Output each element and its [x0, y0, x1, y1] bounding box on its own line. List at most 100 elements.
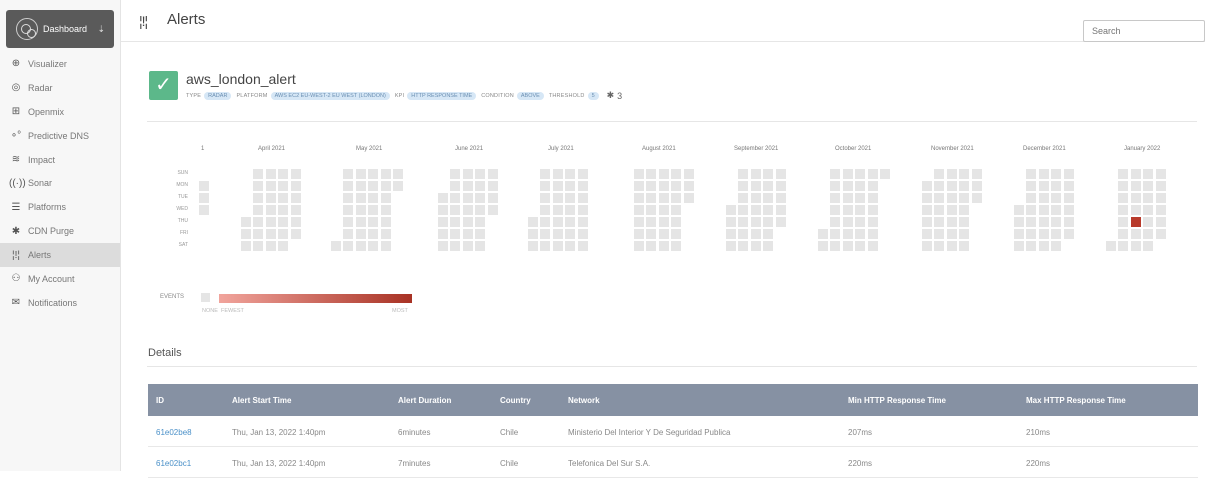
heatmap-cell[interactable]	[565, 181, 576, 191]
heatmap-cell[interactable]	[1014, 229, 1024, 239]
heatmap-cell[interactable]	[671, 169, 682, 179]
heatmap-cell[interactable]	[368, 229, 379, 239]
sidebar-item-visualizer[interactable]: ⊕ Visualizer	[0, 52, 120, 76]
heatmap-cell[interactable]	[830, 193, 841, 203]
heatmap-cell[interactable]	[1014, 241, 1024, 251]
alert-id-link[interactable]: 61e02bc1	[156, 459, 191, 468]
heatmap-cell[interactable]	[343, 181, 354, 191]
heatmap-cell[interactable]	[1026, 205, 1037, 215]
heatmap-cell[interactable]	[763, 193, 774, 203]
heatmap-cell[interactable]	[646, 229, 657, 239]
heatmap-cell[interactable]	[671, 241, 682, 251]
heatmap-cell[interactable]	[946, 169, 957, 179]
heatmap-cell[interactable]	[726, 241, 736, 251]
heatmap-cell[interactable]	[646, 241, 657, 251]
heatmap-cell[interactable]	[380, 205, 391, 215]
heatmap-cell[interactable]	[1051, 217, 1062, 227]
heatmap-cell[interactable]	[867, 241, 878, 251]
sidebar-item-sonar[interactable]: ((·)) Sonar	[0, 171, 120, 195]
heatmap-cell[interactable]	[355, 205, 366, 215]
heatmap-cell[interactable]	[565, 193, 576, 203]
heatmap-cell[interactable]	[528, 241, 538, 251]
heatmap-cell[interactable]	[738, 181, 749, 191]
heatmap-cell[interactable]	[1051, 205, 1062, 215]
heatmap-cell[interactable]	[946, 181, 957, 191]
heatmap-cell[interactable]	[253, 217, 264, 227]
heatmap-cell[interactable]	[343, 205, 354, 215]
heatmap-cell[interactable]	[241, 241, 251, 251]
heatmap-cell[interactable]	[1038, 181, 1049, 191]
heatmap-cell[interactable]	[658, 169, 669, 179]
heatmap-cell[interactable]	[1118, 169, 1129, 179]
heatmap-cell[interactable]	[450, 193, 461, 203]
heatmap-cell[interactable]	[1026, 193, 1037, 203]
heatmap-cell[interactable]	[671, 193, 682, 203]
heatmap-cell[interactable]	[1155, 193, 1166, 203]
heatmap-cell[interactable]	[922, 181, 932, 191]
heatmap-cell[interactable]	[265, 181, 276, 191]
heatmap-cell[interactable]	[880, 169, 890, 179]
heatmap-cell[interactable]	[634, 229, 644, 239]
heatmap-cell[interactable]	[1063, 217, 1074, 227]
heatmap-cell[interactable]	[552, 181, 563, 191]
heatmap-cell[interactable]	[331, 241, 341, 251]
heatmap-cell[interactable]	[290, 169, 301, 179]
heatmap-cell[interactable]	[775, 169, 786, 179]
heatmap-cell[interactable]	[565, 205, 576, 215]
heatmap-cell[interactable]	[946, 193, 957, 203]
heatmap-cell[interactable]	[368, 193, 379, 203]
heatmap-cell[interactable]	[278, 205, 289, 215]
heatmap-cell[interactable]	[1026, 241, 1037, 251]
heatmap-cell[interactable]	[487, 169, 498, 179]
heatmap-cell[interactable]	[540, 193, 551, 203]
column-header[interactable]: Min HTTP Response Time	[848, 396, 946, 405]
heatmap-cell[interactable]	[738, 205, 749, 215]
heatmap-cell[interactable]	[1063, 205, 1074, 215]
heatmap-cell[interactable]	[946, 217, 957, 227]
heatmap-cell[interactable]	[241, 229, 251, 239]
table-row[interactable]: 61e02be8 Thu, Jan 13, 2022 1:40pm 6minutes…	[148, 416, 1198, 447]
heatmap-cell[interactable]	[343, 169, 354, 179]
heatmap-cell[interactable]	[450, 205, 461, 215]
heatmap-cell[interactable]	[487, 181, 498, 191]
heatmap-cell[interactable]	[934, 241, 945, 251]
heatmap-cell[interactable]	[265, 229, 276, 239]
alert-id-link[interactable]: 61e02be8	[156, 428, 192, 437]
heatmap-cell[interactable]	[462, 229, 473, 239]
heatmap-cell[interactable]	[450, 241, 461, 251]
heatmap-cell[interactable]	[671, 217, 682, 227]
heatmap-cell[interactable]	[540, 169, 551, 179]
heatmap-cell[interactable]	[1143, 229, 1154, 239]
heatmap-cell[interactable]	[775, 181, 786, 191]
heatmap-cell[interactable]	[658, 241, 669, 251]
heatmap-cell[interactable]	[368, 217, 379, 227]
heatmap-cell[interactable]	[922, 217, 932, 227]
heatmap-cell[interactable]	[1063, 229, 1074, 239]
heatmap-cell[interactable]	[290, 181, 301, 191]
heatmap-cell[interactable]	[1038, 193, 1049, 203]
heatmap-cell[interactable]	[438, 229, 448, 239]
heatmap-cell[interactable]	[1130, 169, 1141, 179]
heatmap-cell[interactable]	[438, 205, 448, 215]
heatmap-cell[interactable]	[552, 169, 563, 179]
heatmap-cell[interactable]	[475, 217, 486, 227]
heatmap-cell[interactable]	[959, 181, 970, 191]
heatmap-cell[interactable]	[380, 229, 391, 239]
heatmap-cell[interactable]	[1130, 205, 1141, 215]
search-input[interactable]	[1083, 20, 1205, 42]
heatmap-cell[interactable]	[1130, 193, 1141, 203]
heatmap-cell[interactable]	[1118, 205, 1129, 215]
heatmap-cell[interactable]	[241, 217, 251, 227]
heatmap-cell[interactable]	[552, 217, 563, 227]
heatmap-cell[interactable]	[842, 205, 853, 215]
heatmap-cell[interactable]	[343, 217, 354, 227]
heatmap-cell[interactable]	[462, 205, 473, 215]
sidebar-item-impact[interactable]: ≋ Impact	[0, 148, 120, 172]
heatmap-cell[interactable]	[646, 193, 657, 203]
heatmap-cell[interactable]	[380, 241, 391, 251]
heatmap-cell[interactable]	[1026, 217, 1037, 227]
heatmap-cell[interactable]	[462, 193, 473, 203]
heatmap-cell[interactable]	[450, 217, 461, 227]
heatmap-cell[interactable]	[393, 169, 403, 179]
heatmap-cell[interactable]	[1026, 169, 1037, 179]
